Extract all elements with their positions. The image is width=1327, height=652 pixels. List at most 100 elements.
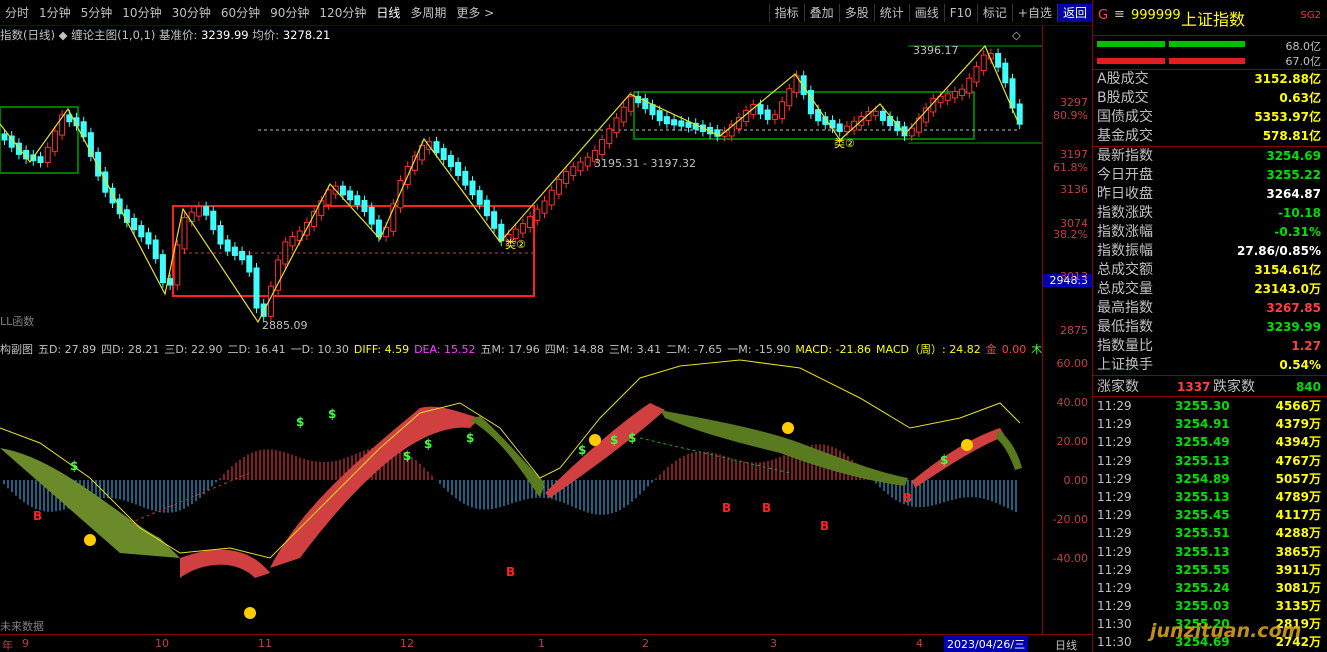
quote-row: A股成交 3152.88亿: [1093, 70, 1327, 89]
tool-button[interactable]: 叠加: [803, 4, 839, 22]
tool-button[interactable]: 多股: [838, 4, 874, 22]
menu-icon[interactable]: ≡: [1114, 7, 1125, 22]
candle-body: [483, 199, 490, 217]
tick-row: 11:29 3255.49 4394万: [1093, 433, 1327, 451]
candle-body: [771, 114, 778, 120]
candle-body: [145, 232, 152, 245]
indicator-value: 0.00: [1001, 343, 1027, 356]
tick-row: 11:29 3254.89 5057万: [1093, 470, 1327, 488]
tick-row: 11:29 3254.91 4379万: [1093, 415, 1327, 433]
tool-button[interactable]: +自选: [1011, 4, 1057, 22]
tick-time: 11:29: [1097, 399, 1132, 413]
candle-body: [447, 155, 454, 167]
date-label: 11: [258, 637, 272, 650]
indicator-value: DEA: 15.52: [414, 343, 476, 356]
quote-row-value: 3264.87: [1266, 187, 1321, 201]
ribbon-red-4: [545, 403, 665, 498]
buy-signal: B: [33, 509, 42, 523]
candle-body: [995, 53, 1002, 68]
dea-line: [0, 359, 1021, 559]
macd-tick: 40.00: [1056, 396, 1089, 409]
tool-button[interactable]: 返回: [1056, 4, 1092, 22]
candle-body: [534, 208, 541, 221]
quote-row: 最新指数 3254.69: [1093, 147, 1327, 166]
tick-time: 11:29: [1097, 544, 1132, 559]
tool-button[interactable]: 画线: [908, 4, 944, 22]
candle-body: [476, 190, 483, 205]
candle-body: [224, 239, 231, 252]
period-tab[interactable]: 5分钟: [76, 4, 118, 22]
quote-row-label: 今日开盘: [1097, 167, 1153, 183]
candle-body: [102, 171, 109, 193]
tick-time: 11:29: [1097, 526, 1132, 541]
period-tab[interactable]: 1分钟: [34, 4, 76, 22]
low-price-label: 2885.09: [262, 319, 308, 332]
quote-row-label: 昨日收盘: [1097, 186, 1153, 202]
candle-body: [246, 255, 253, 273]
period-label[interactable]: 日线: [1055, 637, 1077, 652]
period-tab[interactable]: 更多 >: [451, 4, 499, 22]
candle-body: [253, 267, 260, 309]
candlestick-chart[interactable]: 3396.17 2885.09 3195.31 - 3197.32 类② 类② …: [0, 44, 1042, 341]
date-label: 年: [2, 639, 13, 652]
candle-body: [980, 54, 987, 72]
quote-row-label: 上证换手: [1097, 357, 1153, 373]
tick-volume: 4767万: [1275, 453, 1321, 468]
quote-row: 昨日收盘 3264.87: [1093, 185, 1327, 204]
macd-chart[interactable]: B B B B B B $ $ $ $ $ $ $ $ $ $ 未来数据: [0, 358, 1042, 634]
candle-body: [231, 246, 238, 256]
period-tab[interactable]: 120分钟: [314, 4, 371, 22]
quote-row-value: -10.18: [1278, 206, 1321, 220]
price-tick: 80.9%: [1053, 109, 1088, 122]
tick-volume: 4288万: [1275, 526, 1321, 541]
candle-body: [361, 200, 368, 213]
indicator-name[interactable]: ◆ 缠论主图(1,0,1): [59, 28, 156, 42]
tool-button[interactable]: 指标: [768, 4, 804, 22]
ribbon-green-3: [996, 430, 1022, 470]
sg-badge[interactable]: SG2: [1301, 10, 1321, 21]
sell-signal: $: [466, 431, 474, 445]
candle-body: [455, 161, 462, 176]
quote-row-value: 578.81亿: [1262, 129, 1321, 143]
period-tab[interactable]: 多周期: [405, 4, 451, 22]
candle-body: [620, 106, 627, 123]
tick-volume: 3135万: [1275, 599, 1321, 614]
indicator-value: 金: [985, 343, 997, 356]
stock-code: 999999: [1131, 8, 1181, 23]
price-axis: 2948.3 3297 80.9% 3197 61.8% 3136 3074 38.2% 30…: [1042, 26, 1092, 634]
quote-row-label: 总成交额: [1097, 262, 1153, 278]
period-tab[interactable]: 10分钟: [117, 4, 166, 22]
date-label: 12: [400, 637, 414, 650]
tick-volume: 4117万: [1275, 508, 1321, 523]
candle-body: [843, 125, 850, 133]
tool-button[interactable]: 标记: [976, 4, 1012, 22]
tool-button[interactable]: 统计: [873, 4, 909, 22]
macd-tick: 0.00: [1063, 474, 1089, 487]
sell-signal: $: [403, 449, 411, 463]
candle-body: [527, 215, 534, 229]
candle-body: [433, 141, 440, 154]
macd-tick: 60.00: [1056, 357, 1089, 370]
candle-body: [649, 104, 656, 116]
period-tab[interactable]: 分时: [0, 4, 34, 22]
quote-row-label: 最高指数: [1097, 300, 1153, 316]
down-label: 跌家数: [1213, 379, 1255, 395]
candle-body: [282, 241, 289, 265]
sell-signal: $: [70, 459, 78, 473]
buy-signal: B: [506, 565, 515, 579]
period-tab[interactable]: 60分钟: [216, 4, 265, 22]
candle-body: [519, 223, 526, 234]
diamond-icon[interactable]: ◇: [1012, 26, 1021, 44]
candle-body: [678, 120, 685, 127]
green-bar-2: [1169, 41, 1245, 47]
period-tab[interactable]: 90分钟: [265, 4, 314, 22]
tool-button[interactable]: F10: [943, 4, 977, 22]
candle-body: [491, 211, 498, 229]
period-tab[interactable]: 日线: [371, 4, 405, 22]
candle-body: [584, 156, 591, 167]
candle-body: [397, 180, 404, 209]
tick-time: 11:29: [1097, 508, 1132, 523]
main-chart-header: 指数(日线) ◆ 缠论主图(1,0,1) 基准价: 3239.99 均价: 32…: [0, 26, 1042, 44]
up-value: 1337: [1177, 380, 1211, 394]
period-tab[interactable]: 30分钟: [167, 4, 216, 22]
